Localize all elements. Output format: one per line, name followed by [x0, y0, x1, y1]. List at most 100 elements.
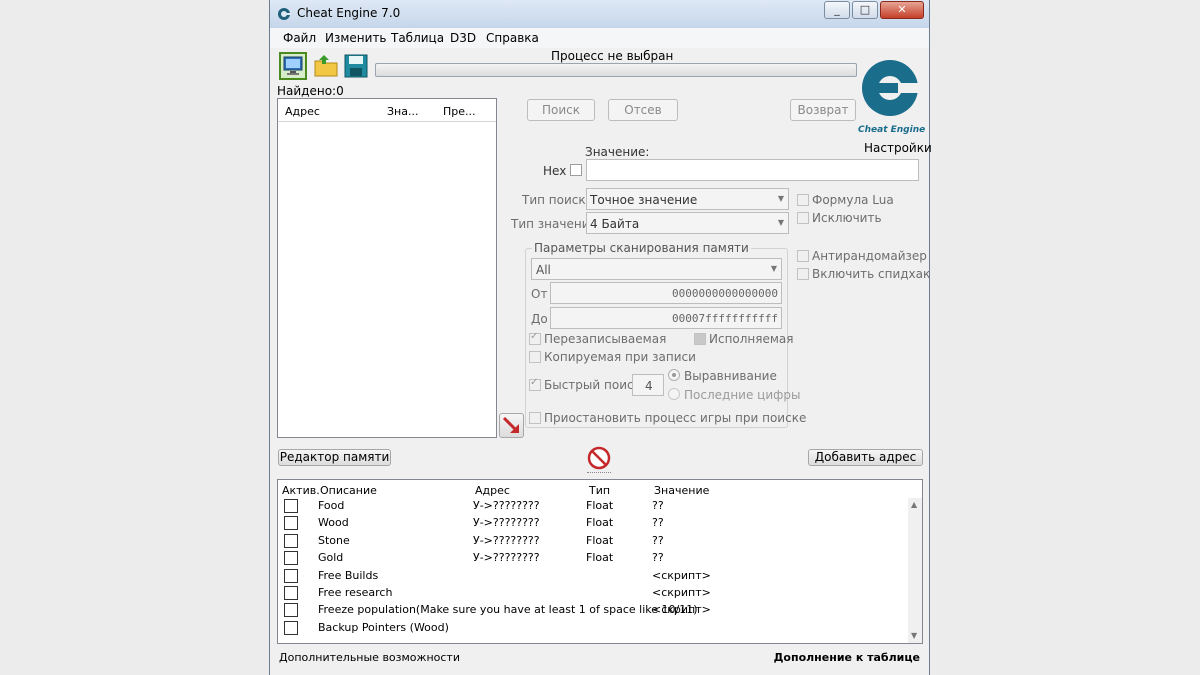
chevron-down-icon: ▼ — [770, 264, 777, 273]
col-address[interactable]: Адрес — [475, 484, 510, 497]
results-header: Адрес Зна... Пре... — [278, 99, 496, 122]
results-col-value[interactable]: Зна... — [387, 105, 418, 118]
col-description[interactable]: Описание — [320, 484, 377, 497]
table-row[interactable]: Wood У->???????? Float?? — [278, 515, 906, 532]
menu-file[interactable]: Файл — [283, 31, 316, 45]
active-checkbox[interactable] — [284, 533, 298, 548]
table-row[interactable]: Free Builds <скрипт> — [278, 568, 906, 585]
from-address-input[interactable]: 0000000000000000 — [550, 282, 782, 304]
table-extras-link[interactable]: Дополнение к таблице — [774, 651, 920, 664]
alignment-radio[interactable] — [668, 369, 680, 381]
col-active[interactable]: Актив. — [282, 484, 320, 497]
hex-checkbox[interactable] — [570, 164, 582, 176]
maximize-button[interactable]: □ — [852, 1, 878, 19]
active-checkbox[interactable] — [284, 568, 298, 583]
vertical-scrollbar[interactable]: ▲ ▼ — [908, 498, 922, 643]
scan-type-select[interactable]: Точное значение ▼ — [586, 188, 789, 210]
table-row[interactable]: Backup Pointers (Wood) — [278, 620, 906, 637]
found-count: Найдено:0 — [277, 84, 344, 98]
lua-formula-label: Формула Lua — [812, 193, 894, 207]
fast-scan-checkbox[interactable]: ✓ — [529, 377, 541, 391]
menu-edit[interactable]: Изменить — [325, 31, 387, 45]
active-checkbox[interactable] — [284, 551, 298, 566]
splitter-handle[interactable] — [587, 472, 611, 475]
copy-on-write-label: Копируемая при записи — [544, 350, 696, 364]
cheat-engine-window: Cheat Engine 7.0 _ □ ✕ Файл Изменить Таб… — [269, 0, 932, 675]
pause-game-label: Приостановить процесс игры при поиске — [544, 411, 807, 425]
lua-formula-checkbox[interactable] — [797, 194, 809, 206]
cheat-table[interactable]: Актив. Описание Адрес Тип Значение Food У… — [277, 479, 923, 644]
col-type[interactable]: Тип — [589, 484, 610, 497]
row-type: Float — [586, 533, 614, 547]
copy-on-write-checkbox[interactable] — [529, 351, 541, 363]
settings-link[interactable]: Настройки — [864, 141, 932, 155]
table-row[interactable]: Freeze population(Make sure you have at … — [278, 602, 906, 619]
minimize-icon: _ — [834, 3, 840, 16]
maximize-icon: □ — [859, 3, 871, 16]
row-value: <скрипт> — [652, 568, 711, 582]
row-description: Wood — [318, 516, 349, 530]
cheat-engine-logo[interactable]: Cheat Engine — [858, 48, 928, 140]
menu-help[interactable]: Справка — [486, 31, 539, 45]
active-checkbox[interactable] — [284, 586, 298, 600]
value-input[interactable] — [586, 159, 919, 181]
undo-scan-button[interactable]: Возврат — [790, 99, 856, 121]
writable-checkbox[interactable]: ✓ — [529, 331, 541, 345]
advanced-options-link[interactable]: Дополнительные возможности — [279, 651, 460, 664]
row-description: Backup Pointers (Wood) — [318, 620, 449, 634]
row-type: Float — [586, 499, 614, 512]
row-type: Float — [586, 516, 614, 530]
speedhack-label: Включить спидхак — [812, 267, 931, 281]
memory-group-title: Параметры сканирования памяти — [532, 241, 751, 255]
active-checkbox[interactable] — [284, 603, 298, 618]
pause-game-checkbox[interactable] — [529, 412, 541, 424]
add-found-to-list-button[interactable] — [499, 413, 524, 438]
exclude-checkbox[interactable] — [797, 212, 809, 224]
last-digits-label: Последние цифры — [684, 388, 801, 402]
red-arrow-icon — [502, 416, 519, 433]
table-row[interactable]: Food У->???????? Float?? — [278, 498, 906, 515]
active-checkbox[interactable] — [284, 499, 298, 513]
cheat-table-header: Актив. Описание Адрес Тип Значение — [278, 480, 922, 498]
memory-region-select[interactable]: All ▼ — [531, 258, 782, 280]
add-address-button[interactable]: Добавить адрес — [808, 449, 923, 466]
fast-scan-value-input[interactable]: 4 — [632, 374, 664, 396]
executable-checkbox[interactable] — [694, 333, 706, 345]
checkmark-icon: ✓ — [530, 331, 539, 342]
results-list[interactable]: Адрес Зна... Пре... — [277, 98, 497, 438]
select-process-button[interactable] — [279, 52, 307, 80]
chevron-down-icon: ▼ — [777, 194, 784, 203]
menu-d3d[interactable]: D3D — [450, 31, 476, 45]
clear-list-button[interactable] — [587, 446, 611, 470]
save-file-button[interactable] — [342, 52, 370, 80]
scroll-up-icon[interactable]: ▲ — [911, 500, 917, 509]
row-value: <скрипт> — [652, 586, 711, 599]
active-checkbox[interactable] — [284, 620, 298, 635]
last-digits-radio[interactable] — [668, 388, 680, 400]
col-value[interactable]: Значение — [654, 484, 709, 497]
row-address: У->???????? — [473, 516, 540, 530]
scroll-down-icon[interactable]: ▼ — [911, 631, 917, 640]
active-checkbox[interactable] — [284, 516, 298, 531]
next-scan-button[interactable]: Отсев — [608, 99, 678, 121]
close-button[interactable]: ✕ — [880, 1, 924, 19]
menu-table[interactable]: Таблица — [391, 31, 444, 45]
open-file-button[interactable] — [312, 52, 340, 80]
to-address-input[interactable]: 00007fffffffffff — [550, 307, 782, 329]
table-row[interactable]: Free research <скрипт> — [278, 585, 906, 602]
results-col-address[interactable]: Адрес — [285, 105, 320, 118]
anti-random-checkbox[interactable] — [797, 250, 809, 262]
from-label: От — [531, 287, 548, 301]
menu-bar: Файл Изменить Таблица D3D Справка — [270, 28, 929, 48]
from-address-value: 0000000000000000 — [672, 287, 778, 300]
value-type-select[interactable]: 4 Байта ▼ — [586, 212, 789, 234]
row-type: Float — [586, 551, 614, 565]
results-col-previous[interactable]: Пре... — [443, 105, 476, 118]
table-row[interactable]: Stone У->???????? Float?? — [278, 533, 906, 550]
table-row[interactable]: Gold У->???????? Float?? — [278, 550, 906, 567]
speedhack-checkbox[interactable] — [797, 268, 809, 280]
minimize-button[interactable]: _ — [824, 1, 850, 19]
row-description: Gold — [318, 551, 344, 565]
memory-view-button[interactable]: Редактор памяти — [278, 449, 391, 466]
first-scan-button[interactable]: Поиск — [527, 99, 595, 121]
